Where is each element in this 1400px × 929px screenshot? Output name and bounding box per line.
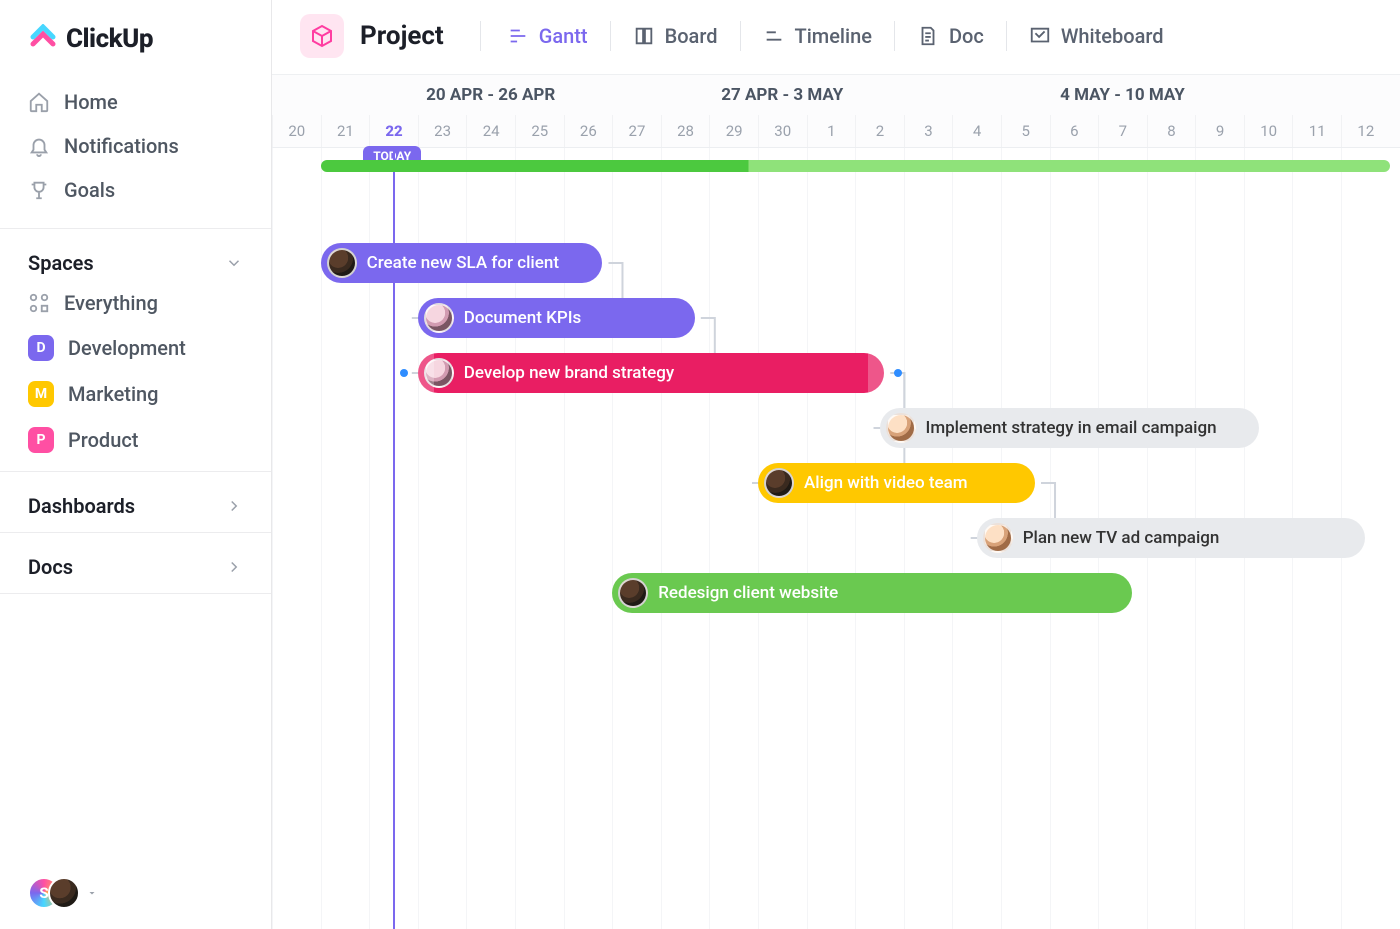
space-badge: D (28, 335, 54, 361)
space-label: Development (68, 336, 186, 360)
task-label: Document KPIs (464, 308, 582, 328)
space-badge: M (28, 381, 54, 407)
task-bar[interactable]: Redesign client website (612, 573, 1132, 613)
timeline-icon (763, 25, 785, 47)
space-badge: P (28, 427, 54, 453)
day-header: 7 (1098, 115, 1147, 147)
gantt-icon (507, 25, 529, 47)
trophy-icon (28, 179, 50, 201)
chevron-right-icon (225, 558, 243, 576)
sidebar-item-everything[interactable]: Everything (0, 281, 271, 325)
view-tab-whiteboard[interactable]: Whiteboard (1017, 18, 1176, 54)
doc-icon (917, 25, 939, 47)
assignee-avatar (886, 413, 916, 443)
day-header: 12 (1341, 115, 1390, 147)
task-label: Redesign client website (658, 583, 838, 603)
day-header: 22 (369, 115, 418, 147)
day-header: 11 (1292, 115, 1341, 147)
day-header: 26 (564, 115, 613, 147)
task-bar[interactable]: Develop new brand strategy (418, 353, 885, 393)
assignee-avatar (618, 578, 648, 608)
bell-icon (28, 135, 50, 157)
space-label: Product (68, 428, 138, 452)
day-header: 8 (1147, 115, 1196, 147)
day-header: 9 (1195, 115, 1244, 147)
brand-logo[interactable]: ClickUp (0, 20, 271, 72)
nav-label: Home (64, 90, 118, 114)
assignee-avatar (424, 358, 454, 388)
user-avatar (48, 877, 80, 909)
week-header: 27 APR - 3 MAY (612, 75, 952, 115)
workspace-switcher[interactable] (0, 867, 271, 919)
resize-handle[interactable] (894, 369, 902, 377)
nav-notifications[interactable]: Notifications (12, 124, 259, 168)
sidebar-space-product[interactable]: P Product (0, 417, 271, 463)
task-label: Align with video team (804, 473, 968, 493)
project-title: Project (360, 21, 444, 51)
task-bar[interactable]: Document KPIs (418, 298, 695, 338)
task-label: Develop new brand strategy (464, 363, 674, 383)
day-header: 4 (952, 115, 1001, 147)
sidebar: ClickUp Home Notifications Goals Spaces … (0, 0, 272, 929)
task-bar[interactable]: Implement strategy in email campaign (880, 408, 1259, 448)
day-header: 21 (321, 115, 370, 147)
nav-label: Goals (64, 178, 115, 202)
space-label: Marketing (68, 382, 159, 406)
day-header: 23 (418, 115, 467, 147)
main-content: Project GanttBoardTimelineDocWhiteboard … (272, 0, 1400, 929)
task-label: Plan new TV ad campaign (1023, 528, 1220, 548)
day-header: 2 (855, 115, 904, 147)
resize-handle[interactable] (400, 369, 408, 377)
grid-icon (28, 292, 50, 314)
day-header: 29 (709, 115, 758, 147)
nav-goals[interactable]: Goals (12, 168, 259, 212)
clickup-logo-icon (28, 24, 58, 54)
task-bar[interactable]: Align with video team (758, 463, 1035, 503)
week-header: 4 MAY - 10 MAY (952, 75, 1292, 115)
day-header: 24 (466, 115, 515, 147)
week-header: 20 APR - 26 APR (369, 75, 612, 115)
day-header: 6 (1050, 115, 1099, 147)
progress-bar (321, 160, 1390, 172)
cube-icon (310, 24, 334, 48)
day-header: 3 (904, 115, 953, 147)
view-tabs-bar: Project Gantt Board Timeline Doc Whiteboard (272, 0, 1400, 75)
spaces-header[interactable]: Spaces (0, 237, 271, 281)
day-header: 10 (1244, 115, 1293, 147)
sidebar-space-development[interactable]: D Development (0, 325, 271, 371)
day-header: 5 (1001, 115, 1050, 147)
view-tab-timeline[interactable]: Timeline (751, 18, 884, 54)
assignee-avatar (764, 468, 794, 498)
task-bar[interactable]: Create new SLA for client (321, 243, 603, 283)
view-tab-gantt[interactable]: Gantt (495, 18, 600, 54)
task-bar[interactable]: Plan new TV ad campaign (977, 518, 1366, 558)
assignee-avatar (327, 248, 357, 278)
day-header: 25 (515, 115, 564, 147)
day-header: 1 (807, 115, 856, 147)
home-icon (28, 91, 50, 113)
assignee-avatar (983, 523, 1013, 553)
nav-label: Notifications (64, 134, 179, 158)
docs-header[interactable]: Docs (0, 541, 271, 585)
sidebar-space-marketing[interactable]: M Marketing (0, 371, 271, 417)
chevron-right-icon (225, 497, 243, 515)
chevron-down-icon (225, 254, 243, 272)
brand-name: ClickUp (66, 24, 153, 54)
nav-home[interactable]: Home (12, 80, 259, 124)
gantt-chart[interactable]: 20 APR - 26 APR27 APR - 3 MAY4 MAY - 10 … (272, 75, 1400, 929)
whiteboard-icon (1029, 25, 1051, 47)
caret-down-icon (86, 887, 98, 899)
project-icon[interactable] (300, 14, 344, 58)
task-label: Create new SLA for client (367, 253, 559, 273)
assignee-avatar (424, 303, 454, 333)
board-icon (633, 25, 655, 47)
day-header: 28 (661, 115, 710, 147)
view-tab-doc[interactable]: Doc (905, 18, 996, 54)
view-tab-board[interactable]: Board (621, 18, 730, 54)
dashboards-header[interactable]: Dashboards (0, 480, 271, 524)
day-header: 30 (758, 115, 807, 147)
day-header: 27 (612, 115, 661, 147)
day-header: 20 (272, 115, 321, 147)
task-label: Implement strategy in email campaign (926, 418, 1217, 438)
